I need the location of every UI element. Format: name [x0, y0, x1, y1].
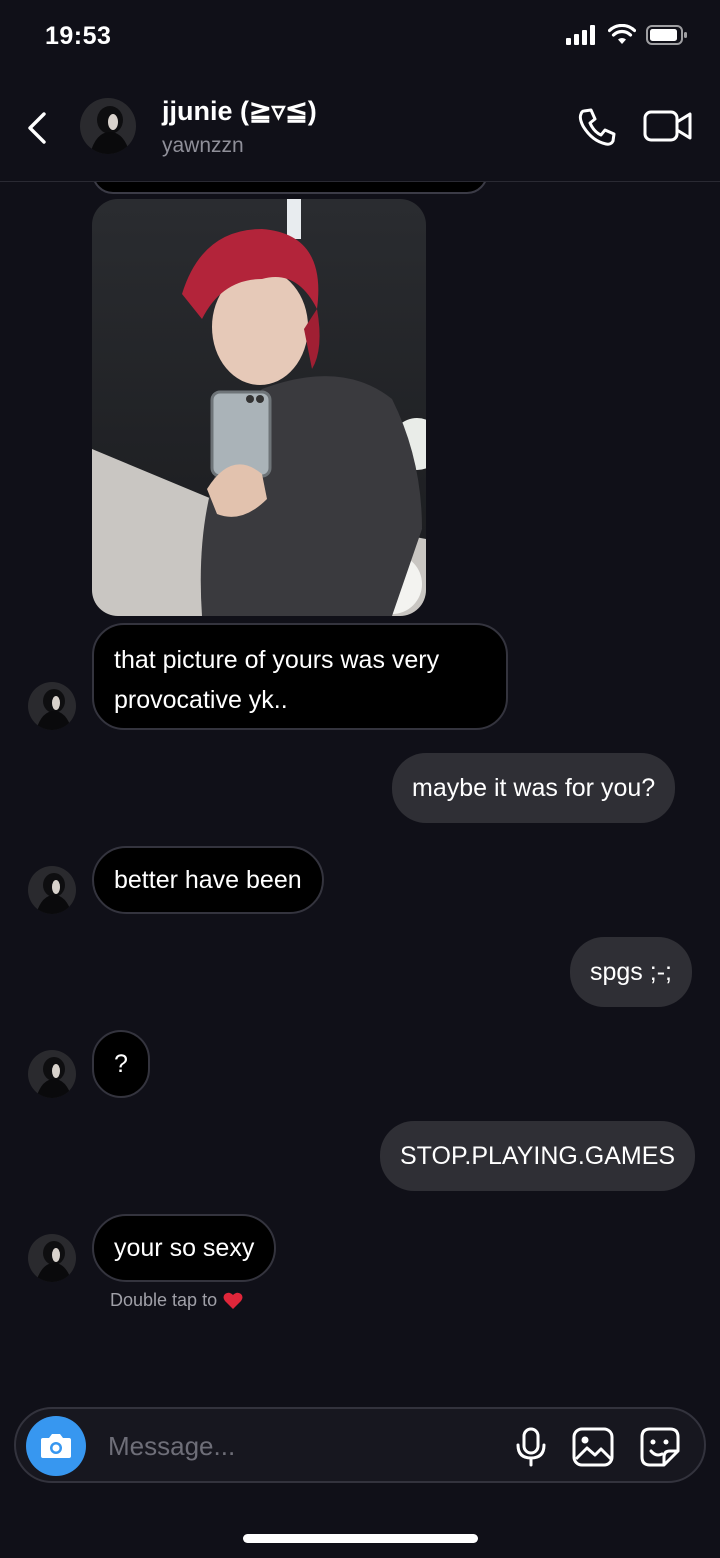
message-composer: [14, 1407, 706, 1483]
hint-text: Double tap to: [110, 1290, 218, 1310]
incoming-message-bubble[interactable]: your so sexy: [92, 1214, 277, 1282]
message-list[interactable]: that picture of yours was very provocati…: [0, 182, 720, 1402]
outgoing-message-bubble[interactable]: maybe it was for you?: [392, 753, 676, 823]
message-text: STOP.PLAYING.GAMES: [400, 1142, 676, 1170]
heart-icon: [223, 1292, 243, 1309]
message-text: your so sexy: [114, 1234, 255, 1262]
camera-icon: [41, 1434, 71, 1458]
chat-header: jjunie (≧▿≦) yawnzzn: [0, 70, 720, 182]
outgoing-message-bubble[interactable]: spgs ;-;: [570, 937, 692, 1007]
contact-avatar[interactable]: [80, 98, 136, 154]
double-tap-hint: Double tap to: [110, 1290, 243, 1311]
message-text: better have been: [114, 866, 302, 894]
previous-message-bubble: [92, 182, 488, 194]
message-text: maybe it was for you?: [412, 774, 656, 802]
message-input[interactable]: [108, 1427, 488, 1465]
microphone-icon[interactable]: [514, 1427, 548, 1467]
incoming-message-bubble[interactable]: that picture of yours was very provocati…: [92, 623, 508, 730]
sender-avatar[interactable]: [28, 682, 76, 730]
message-text: ?: [114, 1050, 128, 1078]
incoming-message-bubble[interactable]: better have been: [92, 846, 324, 914]
status-bar: 19:53: [0, 0, 720, 70]
camera-button[interactable]: [26, 1416, 86, 1476]
sender-avatar[interactable]: [28, 866, 76, 914]
battery-icon: [646, 25, 687, 45]
message-text: that picture of yours was very provocati…: [114, 646, 440, 714]
sender-avatar[interactable]: [28, 1234, 76, 1282]
message-text: spgs ;-;: [590, 958, 672, 986]
sticker-icon[interactable]: [640, 1427, 680, 1467]
status-icons: [566, 24, 688, 46]
video-call-icon[interactable]: [643, 108, 693, 144]
photo-message[interactable]: [92, 199, 426, 616]
back-arrow-icon[interactable]: [22, 108, 54, 148]
incoming-message-bubble[interactable]: ?: [92, 1030, 150, 1098]
gallery-icon[interactable]: [572, 1427, 614, 1467]
cellular-signal-icon: [566, 25, 595, 45]
home-indicator[interactable]: [243, 1534, 478, 1543]
contact-handle[interactable]: yawnzzn: [162, 134, 244, 158]
sender-avatar[interactable]: [28, 1050, 76, 1098]
phone-call-icon[interactable]: [576, 106, 618, 148]
wifi-icon: [608, 24, 636, 44]
outgoing-message-bubble[interactable]: STOP.PLAYING.GAMES: [380, 1121, 696, 1191]
contact-name[interactable]: jjunie (≧▿≦): [162, 96, 317, 127]
status-time: 19:53: [45, 22, 112, 50]
